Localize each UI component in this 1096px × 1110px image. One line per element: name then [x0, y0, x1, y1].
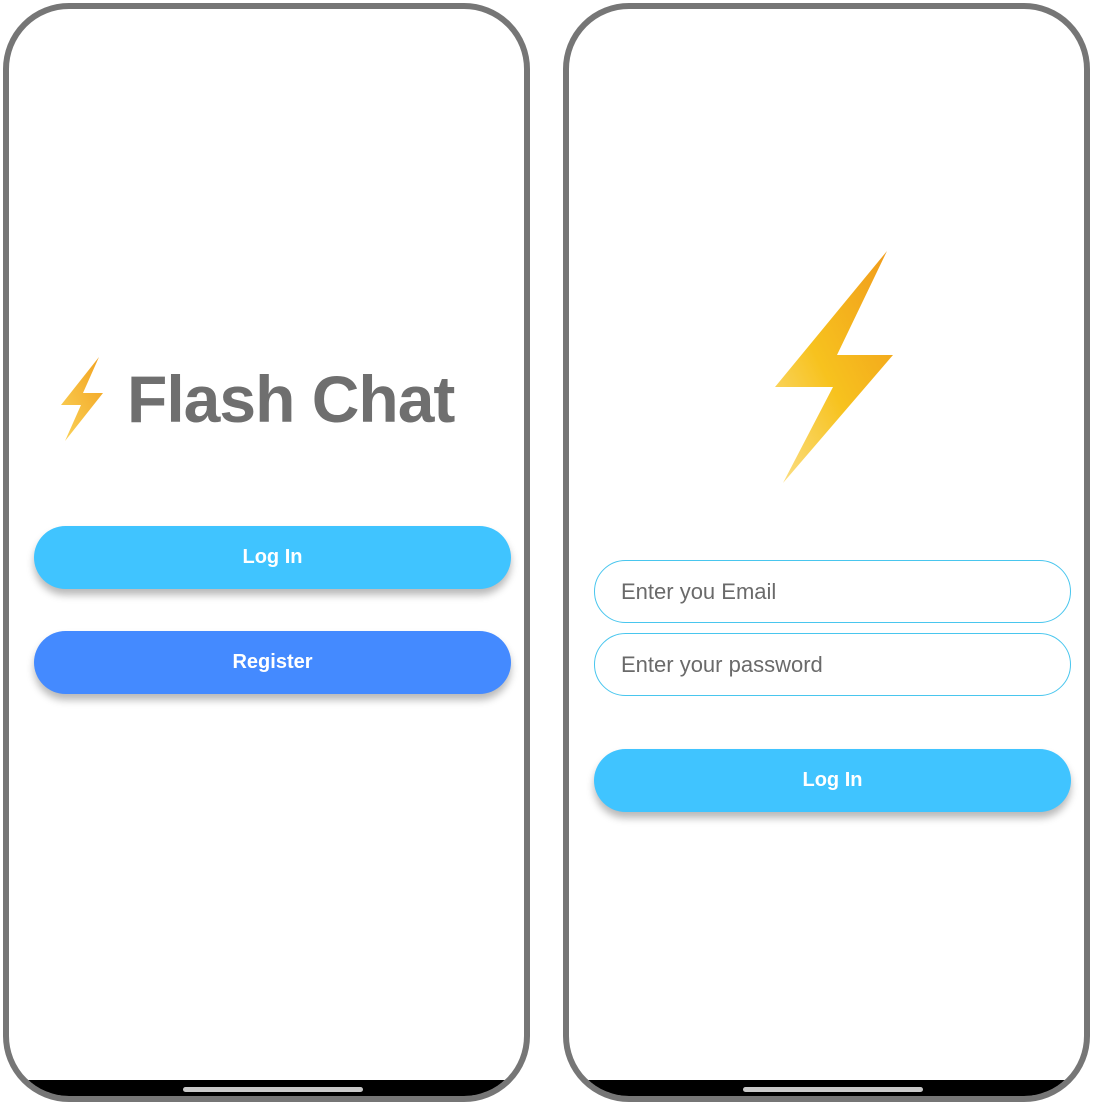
- bottom-navigation-bar: [569, 1080, 1084, 1096]
- register-button-label: Register: [232, 651, 313, 673]
- login-submit-button[interactable]: Log In: [594, 749, 1071, 812]
- password-field[interactable]: [594, 633, 1071, 696]
- login-screen: Log In: [563, 3, 1090, 1102]
- app-title: Flash Chat: [127, 362, 455, 436]
- email-field[interactable]: [594, 560, 1071, 623]
- brand-header: Flash Chat: [57, 354, 455, 444]
- register-button[interactable]: Register: [34, 631, 511, 694]
- login-submit-label: Log In: [802, 769, 863, 791]
- home-indicator[interactable]: [183, 1087, 363, 1092]
- welcome-screen: Flash Chat Log In Register: [3, 3, 530, 1102]
- bottom-navigation-bar: [9, 1080, 524, 1096]
- lightning-bolt-icon: [775, 251, 893, 483]
- lightning-bolt-icon: [61, 357, 103, 441]
- login-button[interactable]: Log In: [34, 526, 511, 589]
- home-indicator[interactable]: [743, 1087, 923, 1092]
- login-button-label: Log In: [242, 546, 303, 568]
